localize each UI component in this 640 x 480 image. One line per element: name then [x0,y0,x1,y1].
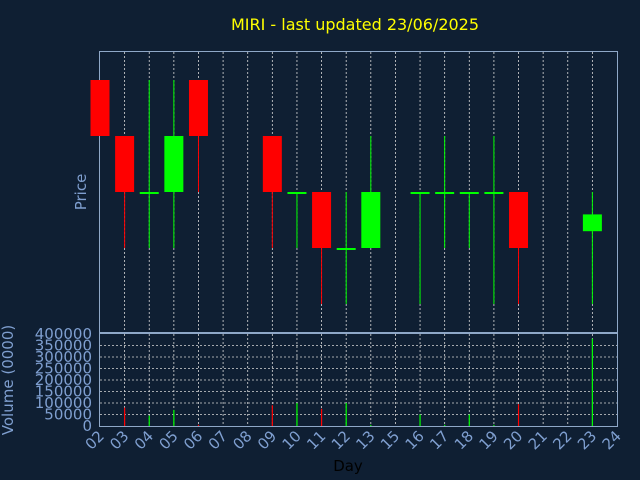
candle-body-05 [164,136,184,192]
candle-body-19 [484,192,504,194]
chart-title: MIRI - last updated 23/06/2025 [231,15,479,34]
volume-grid [100,334,617,426]
x-tick-label-22: 22 [549,427,575,453]
x-tick-label-20: 20 [500,427,526,453]
candle-body-12 [336,248,356,250]
x-tick-label-11: 11 [303,427,329,453]
x-tick-label-05: 05 [155,427,181,453]
candle-body-13 [361,192,381,248]
candle-body-16 [410,192,430,194]
x-tick-label-17: 17 [426,427,452,453]
x-tick-label-13: 13 [352,427,378,453]
x-tick-label-06: 06 [180,427,206,453]
candle-body-11 [312,192,332,248]
x-tick-label-10: 10 [279,427,305,453]
x-axis-label: Day [333,457,363,475]
candle-body-06 [188,80,208,136]
candle-body-02 [90,80,110,136]
volume-axis-label: Volume (0000) [0,325,17,435]
x-tick-label-04: 04 [131,427,157,453]
x-tick-labels: 0203040506070809101112131516171819202122… [82,427,625,453]
x-tick-label-03: 03 [106,427,132,453]
candle-body-23 [582,214,602,232]
x-tick-label-15: 15 [377,427,403,453]
x-tick-label-08: 08 [229,427,255,453]
volume-bars-layer [124,338,593,426]
price-axis-label: Price [72,174,90,211]
stock-chart: MIRI - last updated 23/06/2025 050000100… [0,15,625,475]
x-tick-label-23: 23 [574,427,600,453]
x-tick-label-07: 07 [205,427,231,453]
candle-body-10 [287,192,307,194]
x-tick-label-18: 18 [451,427,477,453]
candle-body-17 [435,192,455,194]
x-tick-label-24: 24 [599,427,625,453]
candle-body-20 [509,192,529,248]
x-tick-label-12: 12 [328,427,354,453]
candle-body-04 [139,192,159,194]
x-tick-label-16: 16 [402,427,428,453]
candle-body-18 [459,192,479,194]
x-tick-label-09: 09 [254,427,280,453]
candle-body-09 [262,136,282,192]
candle-body-03 [115,136,135,192]
x-tick-label-21: 21 [525,427,551,453]
volume-y-tick-label: 400000 [35,325,92,343]
volume-y-tick-labels: 0500001000001500002000002500003000003500… [35,325,92,435]
x-tick-label-19: 19 [476,427,502,453]
